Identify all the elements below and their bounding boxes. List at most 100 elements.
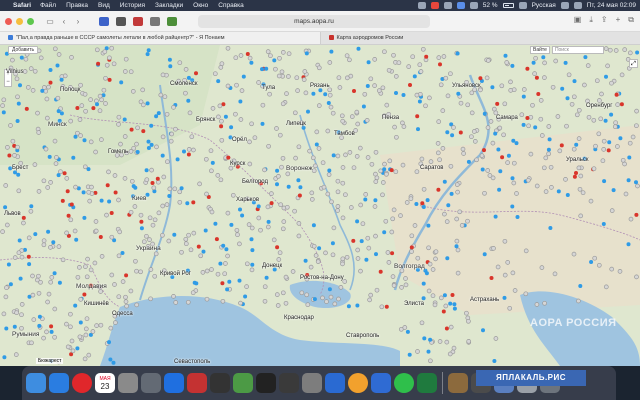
abandoned-airfield-marker[interactable] — [365, 235, 371, 241]
abandoned-airfield-marker[interactable] — [448, 71, 453, 77]
abandoned-airfield-marker[interactable] — [437, 339, 443, 344]
abandoned-airfield-marker[interactable] — [315, 259, 321, 264]
abandoned-airfield-marker[interactable] — [307, 148, 312, 154]
airport-marker[interactable] — [536, 92, 541, 96]
abandoned-airfield-marker[interactable] — [204, 296, 210, 302]
close-window-button[interactable] — [5, 17, 12, 25]
abandoned-airfield-marker[interactable] — [617, 269, 623, 274]
airfield-marker[interactable] — [154, 114, 159, 119]
abandoned-airfield-marker[interactable] — [280, 226, 286, 232]
abandoned-airfield-marker[interactable] — [482, 190, 487, 196]
abandoned-airfield-marker[interactable] — [35, 110, 40, 116]
airport-marker[interactable] — [82, 292, 87, 297]
abandoned-airfield-marker[interactable] — [308, 264, 314, 270]
abandoned-airfield-marker[interactable] — [209, 209, 215, 215]
abandoned-airfield-marker[interactable] — [94, 98, 99, 104]
abandoned-airfield-marker[interactable] — [504, 60, 510, 65]
airfield-marker[interactable] — [201, 249, 206, 254]
status-record-icon[interactable] — [430, 2, 439, 9]
airfield-marker[interactable] — [627, 155, 632, 160]
airfield-marker[interactable] — [355, 303, 360, 308]
abandoned-airfield-marker[interactable] — [550, 84, 556, 90]
airfield-marker[interactable] — [225, 287, 230, 292]
abandoned-airfield-marker[interactable] — [574, 112, 580, 118]
airport-marker[interactable] — [194, 71, 198, 76]
airfield-marker[interactable] — [81, 190, 86, 195]
airfield-marker[interactable] — [216, 79, 221, 84]
airfield-marker[interactable] — [250, 262, 255, 267]
airport-marker[interactable] — [129, 127, 134, 132]
abandoned-airfield-marker[interactable] — [154, 144, 159, 150]
abandoned-airfield-marker[interactable] — [0, 103, 5, 108]
opera-icon[interactable] — [72, 373, 92, 393]
airfield-marker[interactable] — [243, 294, 248, 299]
abandoned-airfield-marker[interactable] — [364, 118, 370, 123]
abandoned-airfield-marker[interactable] — [4, 285, 9, 291]
abandoned-airfield-marker[interactable] — [186, 232, 191, 238]
control-center-icon[interactable] — [573, 2, 582, 9]
abandoned-airfield-marker[interactable] — [366, 245, 372, 251]
abandoned-airfield-marker[interactable] — [591, 166, 597, 172]
abandoned-airfield-marker[interactable] — [219, 118, 224, 124]
abandoned-airfield-marker[interactable] — [499, 83, 505, 89]
abandoned-airfield-marker[interactable] — [36, 130, 42, 135]
abandoned-airfield-marker[interactable] — [279, 164, 284, 170]
abandoned-airfield-marker[interactable] — [233, 111, 238, 117]
abandoned-airfield-marker[interactable] — [123, 56, 129, 62]
airfield-marker[interactable] — [446, 203, 451, 208]
abandoned-airfield-marker[interactable] — [309, 190, 315, 196]
airfield-marker[interactable] — [374, 252, 378, 257]
abandoned-airfield-marker[interactable] — [490, 140, 496, 146]
airport-marker[interactable] — [574, 171, 578, 175]
abandoned-airfield-marker[interactable] — [379, 304, 385, 310]
abandoned-airfield-marker[interactable] — [511, 180, 517, 186]
abandoned-airfield-marker[interactable] — [99, 254, 105, 259]
abandoned-airfield-marker[interactable] — [418, 69, 424, 74]
airfield-marker[interactable] — [186, 98, 191, 103]
abandoned-airfield-marker[interactable] — [183, 241, 189, 247]
extension-red-icon[interactable] — [133, 16, 143, 26]
abandoned-airfield-marker[interactable] — [585, 63, 591, 68]
airport-marker[interactable] — [124, 273, 129, 278]
fullscreen-window-button[interactable] — [27, 17, 34, 25]
abandoned-airfield-marker[interactable] — [140, 87, 146, 93]
airport-marker[interactable] — [139, 219, 144, 224]
airfield-marker[interactable] — [149, 142, 154, 147]
airfield-marker[interactable] — [224, 247, 229, 252]
abandoned-airfield-marker[interactable] — [48, 180, 53, 185]
abandoned-airfield-marker[interactable] — [185, 299, 191, 305]
airfield-marker[interactable] — [422, 336, 427, 341]
abandoned-airfield-marker[interactable] — [112, 282, 117, 287]
abandoned-airfield-marker[interactable] — [249, 225, 255, 231]
airport-marker[interactable] — [49, 324, 54, 329]
abandoned-airfield-marker[interactable] — [401, 124, 407, 129]
airfield-marker[interactable] — [311, 223, 316, 228]
abandoned-airfield-marker[interactable] — [138, 212, 144, 218]
utility-icon[interactable] — [302, 373, 322, 393]
abandoned-airfield-marker[interactable] — [75, 274, 81, 280]
abandoned-airfield-marker[interactable] — [78, 133, 83, 138]
abandoned-airfield-marker[interactable] — [338, 285, 344, 290]
abandoned-airfield-marker[interactable] — [600, 158, 606, 164]
airfield-marker[interactable] — [73, 303, 78, 308]
abandoned-airfield-marker[interactable] — [578, 213, 584, 219]
airfield-marker[interactable] — [330, 241, 335, 246]
abandoned-airfield-marker[interactable] — [409, 233, 415, 239]
abandoned-airfield-marker[interactable] — [28, 66, 34, 71]
abandoned-airfield-marker[interactable] — [46, 84, 51, 90]
abandoned-airfield-marker[interactable] — [16, 188, 22, 194]
abandoned-airfield-marker[interactable] — [436, 55, 442, 60]
airport-marker[interactable] — [75, 106, 80, 110]
abandoned-airfield-marker[interactable] — [16, 250, 22, 256]
airfield-marker[interactable] — [421, 205, 426, 209]
abandoned-airfield-marker[interactable] — [235, 232, 240, 238]
abandoned-airfield-marker[interactable] — [326, 172, 332, 177]
abandoned-airfield-marker[interactable] — [301, 77, 307, 82]
abandoned-airfield-marker[interactable] — [389, 229, 395, 235]
airfield-marker[interactable] — [626, 242, 631, 247]
abandoned-airfield-marker[interactable] — [41, 178, 47, 184]
airfield-marker[interactable] — [111, 360, 116, 365]
airfield-marker[interactable] — [160, 153, 165, 158]
airfield-marker[interactable] — [601, 222, 606, 226]
abandoned-airfield-marker[interactable] — [45, 299, 50, 305]
